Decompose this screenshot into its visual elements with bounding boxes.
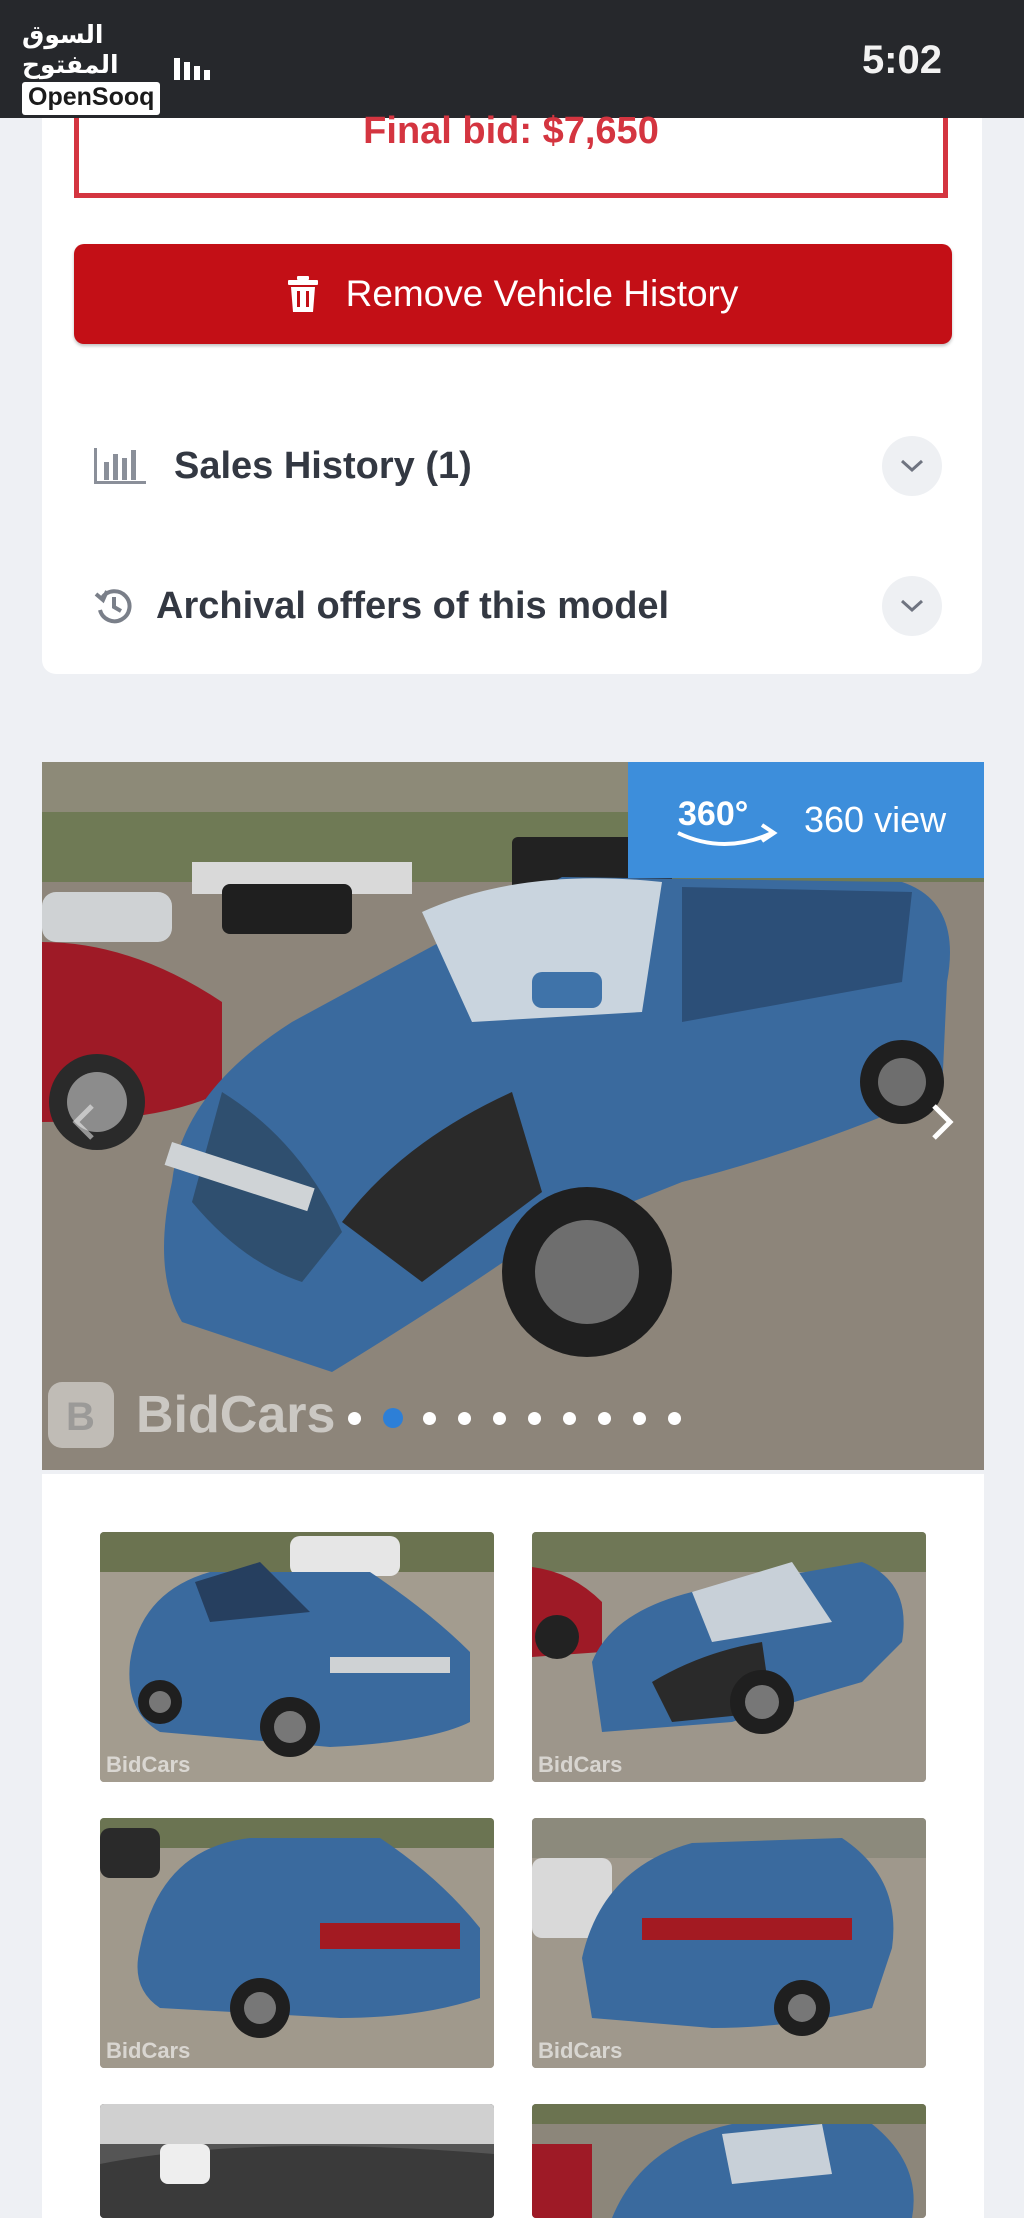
opensooq-logo: السوق المفتوح OpenSooq [22, 20, 172, 115]
pagination-dot[interactable] [493, 1411, 506, 1425]
car-photo [532, 2104, 926, 2218]
pagination-dot[interactable] [633, 1411, 646, 1425]
thumbnail-rear[interactable]: BidCars [532, 1818, 926, 2068]
status-bar: السوق المفتوح OpenSooq 5:02 [0, 0, 1024, 118]
final-bid-box: Final bid: $7,650 [74, 110, 948, 198]
main-vehicle-photo[interactable]: 360° 360 view B BidCars [42, 762, 984, 1470]
brand-arabic: السوق المفتوح [22, 20, 119, 79]
bidcars-logo-icon: B [48, 1382, 114, 1448]
pagination-dot[interactable] [348, 1411, 361, 1425]
pagination-dot[interactable] [563, 1411, 576, 1425]
car-photo [100, 1532, 494, 1782]
status-time: 5:02 [861, 38, 942, 82]
thumbnail-interior[interactable] [100, 2104, 494, 2218]
watermark-text: BidCars [136, 1386, 336, 1444]
remove-vehicle-history-button[interactable]: Remove Vehicle History [74, 244, 952, 344]
pagination-dot[interactable] [528, 1411, 541, 1425]
thumbnail-front-right[interactable] [532, 2104, 926, 2218]
car-photo [100, 1818, 494, 2068]
bar-chart-icon [94, 448, 146, 484]
archival-offers-accordion[interactable]: Archival offers of this model [42, 556, 982, 656]
vehicle-history-card: Final bid: $7,650 Remove Vehicle History… [42, 110, 982, 674]
pagination-dot[interactable] [458, 1411, 471, 1425]
remove-vehicle-history-label: Remove Vehicle History [345, 273, 739, 314]
final-bid-text: Final bid: $7,650 [363, 110, 659, 152]
pagination-dot[interactable] [598, 1411, 611, 1425]
gallery-pagination [348, 1408, 703, 1428]
bidcars-watermark: B BidCars [46, 1380, 335, 1450]
pagination-dot[interactable] [423, 1411, 436, 1425]
car-photo [532, 1818, 926, 2068]
chevron-right-icon[interactable] [930, 1102, 954, 1142]
sales-history-label: Sales History (1) [174, 444, 472, 487]
chevron-down-icon[interactable] [882, 436, 942, 496]
pagination-dot-active[interactable] [383, 1408, 403, 1428]
rotate-360-icon: 360° [677, 795, 778, 846]
thumbnail-front-damage[interactable]: BidCars [532, 1532, 926, 1782]
bidcars-watermark: BidCars [106, 1752, 191, 1777]
pagination-dot[interactable] [668, 1411, 681, 1425]
thumbnail-front-left[interactable]: BidCars [100, 1532, 494, 1782]
car-photo [100, 2104, 494, 2218]
chevron-left-icon[interactable] [72, 1102, 96, 1142]
chevron-down-icon[interactable] [882, 576, 942, 636]
svg-text:360°: 360° [678, 795, 748, 833]
svg-text:B: B [66, 1395, 95, 1439]
trash-icon [287, 276, 318, 312]
thumbnail-grid: BidCars BidCars BidCars BidCars [42, 1474, 984, 2218]
bidcars-watermark: BidCars [538, 1752, 623, 1777]
sales-history-accordion[interactable]: Sales History (1) [42, 416, 982, 516]
view-360-button[interactable]: 360° 360 view [628, 762, 984, 878]
archival-offers-label: Archival offers of this model [156, 584, 670, 627]
car-photo [532, 1532, 926, 1782]
view-360-label: 360 view [804, 799, 947, 840]
bidcars-watermark: BidCars [106, 2038, 191, 2063]
thumbnail-rear-left[interactable]: BidCars [100, 1818, 494, 2068]
history-clock-icon [94, 589, 132, 624]
signal-icon [174, 58, 210, 80]
bidcars-watermark: BidCars [538, 2038, 623, 2063]
